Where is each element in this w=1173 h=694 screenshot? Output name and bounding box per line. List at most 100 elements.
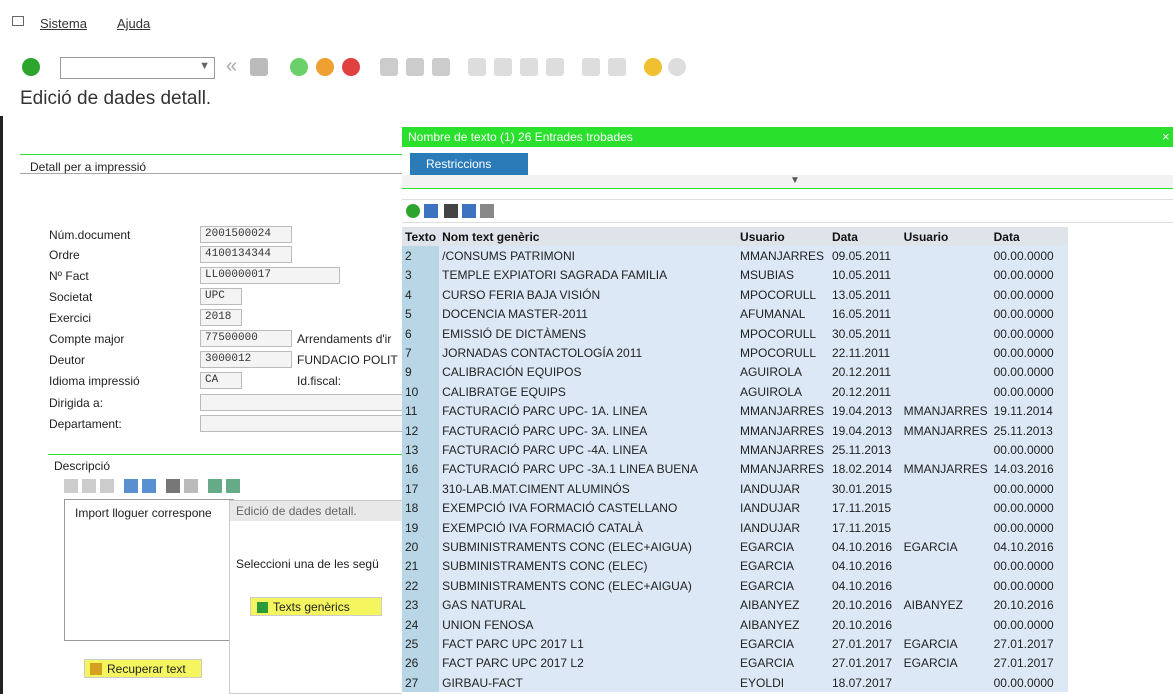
column-header-data-2[interactable]: Data	[990, 227, 1068, 247]
restrictions-toggle[interactable]: ▼	[402, 175, 1173, 189]
field-ordre[interactable]: 4100134344	[200, 246, 292, 263]
texts-generics-button[interactable]: Texts genèrics	[250, 597, 382, 616]
table-cell	[900, 246, 991, 266]
exit-icon[interactable]	[316, 58, 334, 76]
table-row[interactable]: 9 CALIBRACIÓN EQUIPOS AGUIROLA 20.12.2011 00…	[402, 362, 1068, 383]
cancel-popup-icon[interactable]	[424, 204, 438, 218]
field-departament[interactable]	[200, 415, 405, 432]
table-cell: FACTURACIÓ PARC UPC -4A. LINEA	[439, 440, 738, 460]
import-icon[interactable]	[208, 479, 222, 493]
table-row[interactable]: 11 FACTURACIÓ PARC UPC- 1A. LINEA MMANJARR…	[402, 401, 1068, 421]
prev-page-icon[interactable]	[494, 58, 512, 76]
table-row[interactable]: 4 CURSO FERIA BAJA VISIÓN MPOCORULL 13.05.2…	[402, 285, 1068, 305]
table-row[interactable]: 19 EXEMPCIÓ IVA FORMACIÓ CATALÀ IANDUJAR 17…	[402, 517, 1068, 538]
tab-restriccions[interactable]: Restriccions	[410, 153, 528, 175]
command-field[interactable]: ▼	[60, 57, 215, 79]
table-cell: UNION FENOSA	[439, 614, 738, 635]
column-header-data[interactable]: Data	[828, 227, 901, 247]
cut-icon[interactable]	[64, 479, 78, 493]
table-cell: 00.00.0000	[990, 343, 1068, 363]
find-next-popup-icon[interactable]	[462, 204, 476, 218]
table-row[interactable]: 7 JORNADAS CONTACTOLOGÍA 2011 MPOCORULL 22.…	[402, 343, 1068, 363]
table-row[interactable]: 13 FACTURACIÓ PARC UPC -4A. LINEA MMANJARR…	[402, 440, 1068, 460]
table-cell: 00.00.0000	[990, 285, 1068, 305]
field-idioma[interactable]: CA	[200, 372, 242, 389]
back-icon[interactable]: «	[226, 55, 237, 78]
table-row[interactable]: 27 GIRBAU-FACT EYOLDI 18.07.2017 00.00.0000	[402, 672, 1068, 693]
new-session-icon[interactable]	[582, 58, 600, 76]
table-row[interactable]: 5 DOCENCIA MASTER-2011 AFUMANAL 16.05.2011 0…	[402, 304, 1068, 324]
column-header-nom[interactable]: Nom text genèric	[439, 227, 738, 247]
find-text-icon[interactable]	[166, 479, 180, 493]
settings-icon[interactable]	[668, 58, 686, 76]
table-cell: 27.01.2017	[990, 634, 1068, 654]
table-row[interactable]: 21 SUBMINISTRAMENTS CONC (ELEC) EGARCIA 04.…	[402, 556, 1068, 577]
table-row[interactable]: 22 SUBMINISTRAMENTS CONC (ELEC+AIGUA) EGAR…	[402, 576, 1068, 596]
help-icon[interactable]	[644, 58, 662, 76]
table-row[interactable]: 12 FACTURACIÓ PARC UPC- 3A. LINEA MMANJARR…	[402, 420, 1068, 441]
subdialog-message: Seleccioni una de les segü	[236, 557, 379, 571]
field-dirigida[interactable]	[200, 394, 405, 411]
table-cell	[900, 479, 991, 499]
table-row[interactable]: 20 SUBMINISTRAMENTS CONC (ELEC+AIGUA) EGAR…	[402, 537, 1068, 557]
field-societat[interactable]: UPC	[200, 288, 242, 305]
find-popup-icon[interactable]	[444, 204, 458, 218]
field-label-departament: Departament:	[49, 417, 122, 431]
find-next-text-icon[interactable]	[184, 479, 198, 493]
recuperar-text-button[interactable]: Recuperar text	[84, 659, 202, 678]
first-page-icon[interactable]	[468, 58, 486, 76]
export-icon[interactable]	[226, 479, 240, 493]
paste-icon[interactable]	[100, 479, 114, 493]
undo-icon[interactable]	[124, 479, 138, 493]
table-cell: MMANJARRES	[737, 440, 829, 460]
find-next-icon[interactable]	[432, 58, 450, 76]
print-icon[interactable]	[380, 58, 398, 76]
field-deutor[interactable]: 3000012	[200, 351, 292, 368]
table-row[interactable]: 2/CONSUMS PATRIMONI MMANJARRES 09.05.2011 0…	[402, 246, 1068, 266]
last-page-icon[interactable]	[546, 58, 564, 76]
table-row[interactable]: 25 FACT PARC UPC 2017 L1 EGARCIA 27.01.2017…	[402, 634, 1068, 654]
table-row[interactable]: 18 EXEMPCIÓ IVA FORMACIÓ CASTELLANO IANDUJ…	[402, 498, 1068, 518]
table-cell	[900, 304, 991, 324]
print-popup-icon[interactable]	[480, 204, 494, 218]
column-header-usuario[interactable]: Usuario	[737, 227, 829, 247]
field-label-n-fact: Nº Fact	[49, 269, 89, 283]
deutor-description: FUNDACIO POLIT	[297, 353, 398, 367]
table-cell: 10	[402, 382, 440, 402]
menu-icon[interactable]	[12, 16, 24, 26]
table-row[interactable]: 3 TEMPLE EXPIATORI SAGRADA FAMILIA MSUBIAS…	[402, 265, 1068, 286]
close-icon[interactable]: ×	[1162, 129, 1170, 144]
field-num-document[interactable]: 2001500024	[200, 226, 292, 243]
descripcio-textarea[interactable]: Import lloguer correspone	[64, 499, 234, 641]
table-row[interactable]: 6 EMISSIÓ DE DICTÀMENS MPOCORULL 30.05.2011…	[402, 323, 1068, 344]
table-row[interactable]: 17 310-LAB.MAT.CIMENT ALUMINÓS IANDUJAR 30.…	[402, 479, 1068, 499]
enter-icon[interactable]	[22, 58, 40, 76]
redo-icon[interactable]	[142, 479, 156, 493]
field-compte-major[interactable]: 77500000	[200, 330, 292, 347]
column-header-texto[interactable]: Texto	[402, 227, 440, 247]
cancel-icon[interactable]	[342, 58, 360, 76]
chevron-down-icon[interactable]: ▼	[199, 60, 210, 72]
column-header-usuario-2[interactable]: Usuario	[900, 227, 991, 247]
menu-ajuda[interactable]: Ajuda	[117, 16, 150, 31]
next-page-icon[interactable]	[520, 58, 538, 76]
field-n-fact[interactable]: LL00000017	[200, 267, 340, 284]
back-green-icon[interactable]	[290, 58, 308, 76]
filter-icon[interactable]: ▼	[790, 175, 800, 186]
save-icon[interactable]	[250, 58, 268, 76]
table-row[interactable]: 24 UNION FENOSA AIBANYEZ 20.10.2016 00.00.00…	[402, 614, 1068, 635]
table-header: Texto Nom text genèric Usuario Data Usua…	[402, 227, 1068, 247]
ok-icon[interactable]	[406, 204, 420, 218]
menu-sistema[interactable]: Sistema	[40, 16, 87, 31]
find-icon[interactable]	[406, 58, 424, 76]
table-cell: 00.00.0000	[990, 265, 1068, 286]
shortcut-icon[interactable]	[608, 58, 626, 76]
table-row[interactable]: 26 FACT PARC UPC 2017 L2 EGARCIA 27.01.2017…	[402, 653, 1068, 673]
table-cell: 18.07.2017	[828, 672, 901, 693]
copy-icon[interactable]	[82, 479, 96, 493]
table-row[interactable]: 10 CALIBRATGE EQUIPS AGUIROLA 20.12.2011 00.…	[402, 382, 1068, 402]
popup-toolbar	[402, 199, 1173, 223]
table-row[interactable]: 16 FACTURACIÓ PARC UPC -3A.1 LINEA BUENA M…	[402, 459, 1068, 480]
table-row[interactable]: 23 GAS NATURAL AIBANYEZ 20.10.2016 AIBANYEZ 2…	[402, 595, 1068, 615]
field-exercici[interactable]: 2018	[200, 309, 242, 326]
